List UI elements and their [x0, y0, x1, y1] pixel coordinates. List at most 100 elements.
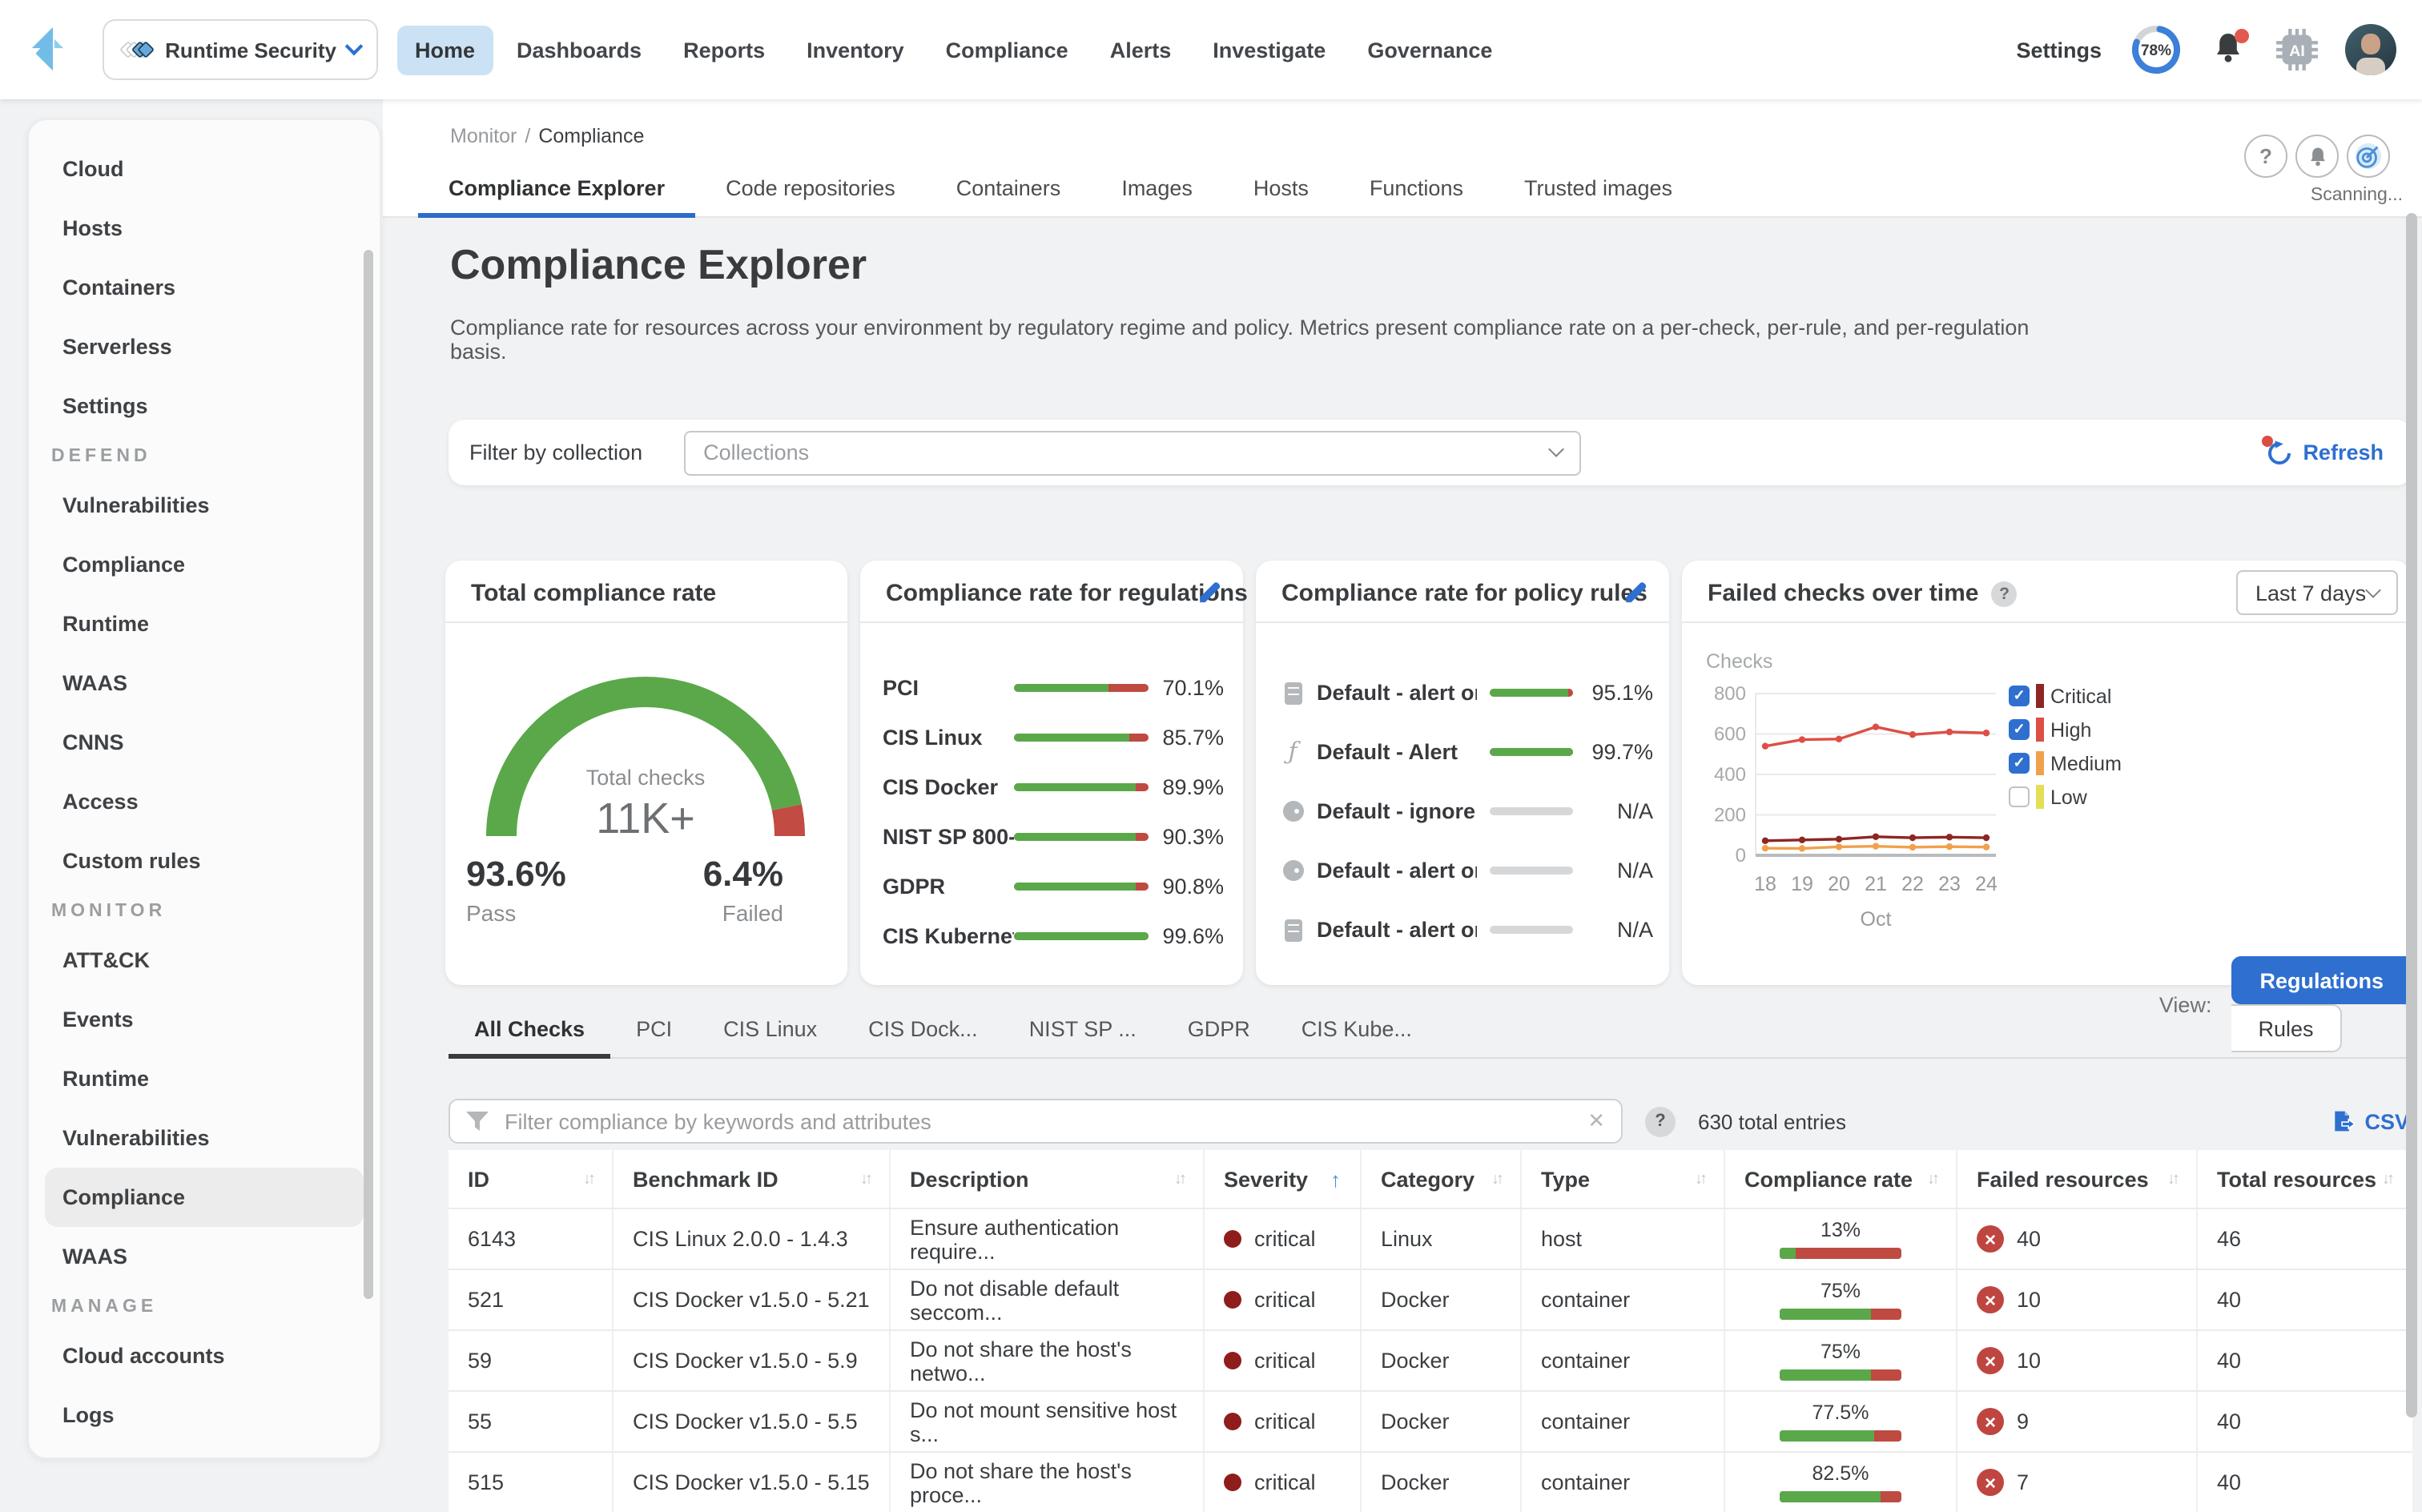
- nav-item-home[interactable]: Home: [397, 25, 493, 74]
- settings-link[interactable]: Settings: [2016, 38, 2102, 62]
- sidebar-item-vulnerabilities[interactable]: Vulnerabilities: [45, 476, 364, 535]
- sidebar-item-waas[interactable]: WAAS: [45, 1227, 364, 1286]
- regulation-row-gdpr[interactable]: GDPR90.8%: [860, 862, 1243, 911]
- checks-tab-nist-sp[interactable]: NIST SP ...: [1004, 1004, 1162, 1059]
- sort-icon[interactable]: ↓↑: [583, 1170, 593, 1188]
- nav-item-compliance[interactable]: Compliance: [928, 25, 1086, 74]
- sidebar-item-settings[interactable]: Settings: [45, 376, 364, 436]
- sort-icon[interactable]: ↓↑: [2167, 1170, 2177, 1188]
- page-scrollbar[interactable]: [2406, 213, 2417, 1418]
- ai-copilot-icon[interactable]: AI: [2276, 29, 2318, 70]
- sidebar-item-compliance[interactable]: Compliance: [45, 1168, 364, 1227]
- tab-images[interactable]: Images: [1091, 162, 1223, 218]
- breadcrumb-item-compliance[interactable]: Compliance: [538, 125, 644, 147]
- usage-ring[interactable]: 78%: [2129, 22, 2183, 77]
- table-row[interactable]: 521CIS Docker v1.5.0 - 5.21Do not disabl…: [449, 1270, 2412, 1331]
- column-header-compliance-rate[interactable]: Compliance rate↓↑: [1725, 1150, 1957, 1208]
- tab-compliance-explorer[interactable]: Compliance Explorer: [418, 162, 695, 218]
- product-switcher[interactable]: Runtime Security: [103, 19, 378, 80]
- time-range-select[interactable]: Last 7 days: [2236, 570, 2398, 615]
- checkbox-high[interactable]: ✓: [2009, 719, 2030, 740]
- regulation-row-pci[interactable]: PCI70.1%: [860, 663, 1243, 713]
- checkbox-critical[interactable]: ✓: [2009, 686, 2030, 706]
- filter-help-icon[interactable]: ?: [1645, 1106, 1676, 1136]
- policy-rule-row[interactable]: Default - alert on c...N/A: [1256, 900, 1669, 959]
- sort-icon[interactable]: ↓↑: [860, 1170, 870, 1188]
- table-row[interactable]: 6143CIS Linux 2.0.0 - 1.4.3Ensure authen…: [449, 1209, 2412, 1270]
- policy-rule-row[interactable]: ƒDefault - Alert99.7%: [1256, 722, 1669, 782]
- sort-icon[interactable]: ↓↑: [1174, 1170, 1184, 1188]
- sort-icon[interactable]: ↓↑: [1927, 1170, 1937, 1188]
- sidebar-item-vulnerabilities[interactable]: Vulnerabilities: [45, 1108, 364, 1168]
- table-row[interactable]: 55CIS Docker v1.5.0 - 5.5Do not mount se…: [449, 1392, 2412, 1453]
- tab-hosts[interactable]: Hosts: [1223, 162, 1339, 218]
- scanning-status-icon[interactable]: [2347, 135, 2390, 178]
- sidebar-item-cnns[interactable]: CNNS: [45, 713, 364, 772]
- sidebar-item-access[interactable]: Access: [45, 772, 364, 831]
- column-header-type[interactable]: Type↓↑: [1522, 1150, 1725, 1208]
- edit-pencil-icon[interactable]: [1623, 578, 1650, 605]
- column-header-severity[interactable]: Severity↑: [1205, 1150, 1362, 1208]
- regulation-row-cis-docker[interactable]: CIS Docker89.9%: [860, 762, 1243, 812]
- column-header-category[interactable]: Category↓↑: [1362, 1150, 1522, 1208]
- checks-tab-cis-linux[interactable]: CIS Linux: [698, 1004, 843, 1059]
- notifications-bell-icon[interactable]: [2211, 30, 2249, 69]
- policy-rule-row[interactable]: Default - alert on c...95.1%: [1256, 663, 1669, 722]
- sidebar-item-att-ck[interactable]: ATT&CK: [45, 931, 364, 990]
- tab-code-repositories[interactable]: Code repositories: [695, 162, 926, 218]
- sidebar-item-runtime[interactable]: Runtime: [45, 594, 364, 653]
- column-header-failed-resources[interactable]: Failed resources↓↑: [1957, 1150, 2198, 1208]
- sidebar-item-defenders[interactable]: Defenders: [45, 1445, 364, 1459]
- column-header-description[interactable]: Description↓↑: [891, 1150, 1205, 1208]
- sidebar-item-hosts[interactable]: Hosts: [45, 199, 364, 258]
- table-row[interactable]: 59CIS Docker v1.5.0 - 5.9Do not share th…: [449, 1331, 2412, 1392]
- view-button-regulations[interactable]: Regulations: [2231, 956, 2412, 1004]
- checks-tab-cis-dock[interactable]: CIS Dock...: [843, 1004, 1004, 1059]
- checks-tab-all-checks[interactable]: All Checks: [449, 1004, 610, 1059]
- help-icon[interactable]: ?: [2244, 135, 2287, 178]
- sidebar-item-serverless[interactable]: Serverless: [45, 317, 364, 376]
- sort-icon[interactable]: ↓↑: [1695, 1170, 1704, 1188]
- collections-select[interactable]: Collections: [684, 430, 1581, 475]
- policy-rule-row[interactable]: Default - ignore T...N/A: [1256, 782, 1669, 841]
- checks-tab-pci[interactable]: PCI: [610, 1004, 698, 1059]
- nav-item-dashboards[interactable]: Dashboards: [499, 25, 659, 74]
- help-tooltip-icon[interactable]: ?: [1992, 581, 2018, 606]
- nav-item-governance[interactable]: Governance: [1350, 25, 1510, 74]
- checks-tab-gdpr[interactable]: GDPR: [1162, 1004, 1276, 1059]
- sidebar-item-custom-rules[interactable]: Custom rules: [45, 831, 364, 891]
- sidebar-item-waas[interactable]: WAAS: [45, 653, 364, 713]
- announcements-bell-icon[interactable]: [2295, 135, 2339, 178]
- checks-tab-cis-kube[interactable]: CIS Kube...: [1276, 1004, 1438, 1059]
- export-csv-button[interactable]: CSV: [2331, 1108, 2412, 1134]
- policy-rule-row[interactable]: Default - alert on c...N/A: [1256, 841, 1669, 900]
- nav-item-alerts[interactable]: Alerts: [1092, 25, 1189, 74]
- tab-containers[interactable]: Containers: [926, 162, 1092, 218]
- checkbox-medium[interactable]: ✓: [2009, 753, 2030, 774]
- view-button-rules[interactable]: Rules: [2231, 1004, 2342, 1052]
- edit-pencil-icon[interactable]: [1197, 578, 1224, 605]
- sort-ascending-icon[interactable]: ↑: [1330, 1167, 1341, 1191]
- sidebar-item-runtime[interactable]: Runtime: [45, 1049, 364, 1108]
- tab-functions[interactable]: Functions: [1339, 162, 1494, 218]
- sort-icon[interactable]: ↓↑: [1491, 1170, 1501, 1188]
- column-header-id[interactable]: ID↓↑: [449, 1150, 614, 1208]
- regulation-row-cis-kubernetes[interactable]: CIS Kubernetes99.6%: [860, 911, 1243, 961]
- regulation-row-cis-linux[interactable]: CIS Linux85.7%: [860, 713, 1243, 762]
- sidebar-item-cloud-accounts[interactable]: Cloud accounts: [45, 1326, 364, 1385]
- sort-icon[interactable]: ↓↑: [2382, 1170, 2392, 1188]
- user-avatar[interactable]: [2345, 24, 2396, 75]
- nav-item-reports[interactable]: Reports: [666, 25, 783, 74]
- sidebar-scrollbar[interactable]: [364, 250, 373, 1299]
- sidebar-item-containers[interactable]: Containers: [45, 258, 364, 317]
- regulation-row-nist-sp-800-190[interactable]: NIST SP 800-19090.3%: [860, 812, 1243, 862]
- tab-trusted-images[interactable]: Trusted images: [1494, 162, 1703, 218]
- sidebar-item-logs[interactable]: Logs: [45, 1385, 364, 1445]
- sidebar-item-compliance[interactable]: Compliance: [45, 535, 364, 594]
- checkbox-low[interactable]: [2009, 786, 2030, 807]
- sidebar-item-events[interactable]: Events: [45, 990, 364, 1049]
- column-header-total-resources[interactable]: Total resources↓↑: [2198, 1150, 2411, 1208]
- table-row[interactable]: 515CIS Docker v1.5.0 - 5.15Do not share …: [449, 1453, 2412, 1512]
- column-header-benchmark-id[interactable]: Benchmark ID↓↑: [614, 1150, 891, 1208]
- sidebar-item-cloud[interactable]: Cloud: [45, 139, 364, 199]
